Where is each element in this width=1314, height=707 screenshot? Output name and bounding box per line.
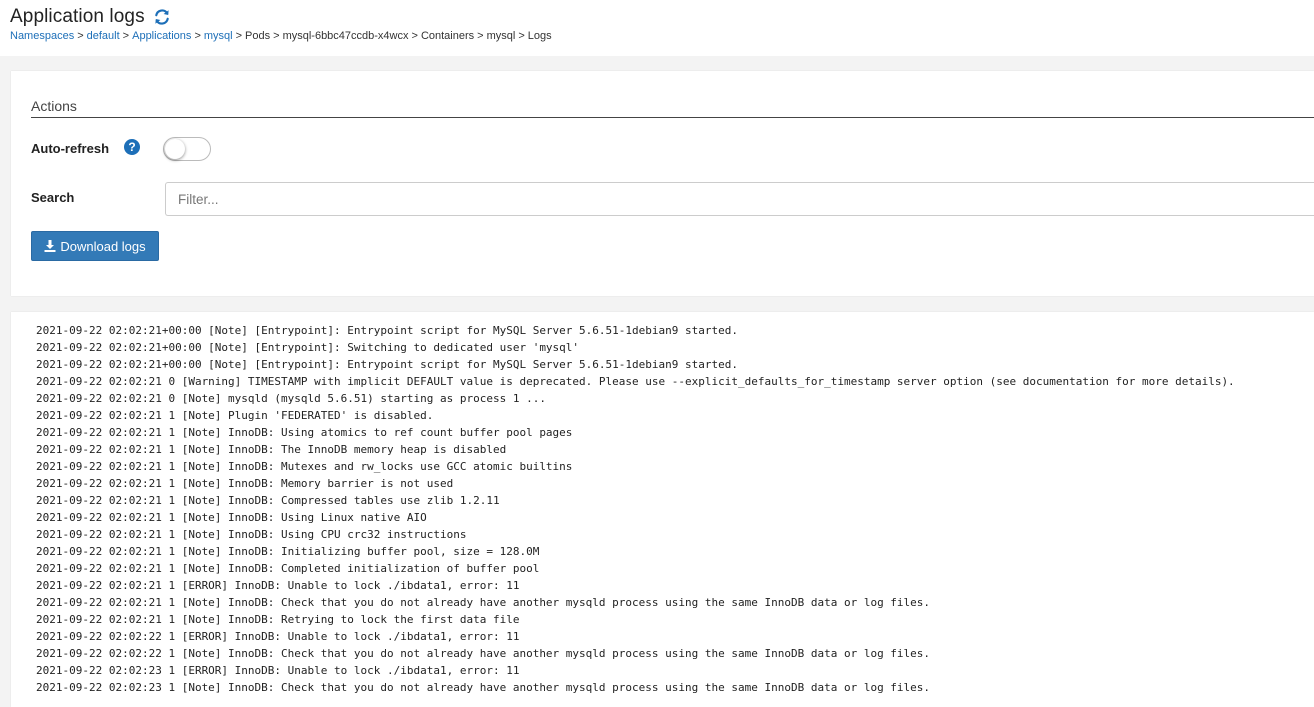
download-logs-button[interactable]: Download logs (31, 231, 159, 261)
search-input[interactable] (165, 182, 1314, 216)
breadcrumb-item: Containers (420, 30, 475, 42)
log-line: 2021-09-22 02:02:21 0 [Warning] TIMESTAM… (36, 375, 1235, 388)
log-line: 2021-09-22 02:02:21+00:00 [Note] [Entryp… (36, 341, 580, 354)
log-line: 2021-09-22 02:02:21 1 [Note] InnoDB: Ini… (36, 545, 540, 558)
log-line: 2021-09-22 02:02:22 1 [Note] InnoDB: Che… (36, 647, 931, 660)
log-line: 2021-09-22 02:02:21 1 [Note] Plugin 'FED… (36, 409, 434, 422)
breadcrumb-item: Pods (245, 30, 271, 42)
log-line: 2021-09-22 02:02:21 1 [Note] InnoDB: Mut… (36, 460, 573, 473)
breadcrumb-separator: > (235, 30, 243, 42)
section-divider (31, 117, 1314, 118)
log-line: 2021-09-22 02:02:21 1 [ERROR] InnoDB: Un… (36, 579, 520, 592)
log-line: 2021-09-22 02:02:21 1 [Note] InnoDB: Mem… (36, 477, 454, 490)
log-line: 2021-09-22 02:02:21 1 [Note] InnoDB: Usi… (36, 511, 427, 524)
breadcrumb-item: mysql-6bbc47ccdb-x4wcx (282, 30, 409, 42)
breadcrumb-separator: > (194, 30, 201, 42)
log-line: 2021-09-22 02:02:21 1 [Note] InnoDB: Com… (36, 494, 500, 507)
breadcrumb-separator: > (77, 30, 84, 42)
log-line: 2021-09-22 02:02:21 1 [Note] InnoDB: The… (36, 443, 507, 456)
breadcrumb-item: mysql (486, 30, 516, 42)
page-title: Application logs (10, 6, 145, 27)
page-header: Application logs Namespaces > default > Appl… (0, 0, 1314, 56)
breadcrumb-item: Logs (527, 30, 552, 42)
breadcrumb-separator: > (477, 30, 484, 42)
log-line: 2021-09-22 02:02:22 1 [ERROR] InnoDB: Un… (36, 630, 520, 643)
log-line: 2021-09-22 02:02:23 1 [Note] InnoDB: Che… (36, 681, 931, 694)
log-line: 2021-09-22 02:02:21+00:00 [Note] [Entryp… (36, 324, 738, 337)
breadcrumb-item[interactable]: Applications (132, 30, 191, 42)
log-line: 2021-09-22 02:02:21 1 [Note] InnoDB: Usi… (36, 528, 467, 541)
log-line: 2021-09-22 02:02:21 1 [Note] InnoDB: Usi… (36, 426, 573, 439)
download-logs-label: Download logs (60, 238, 146, 254)
log-line: 2021-09-22 02:02:23 1 [ERROR] InnoDB: Un… (36, 664, 520, 677)
breadcrumb-separator: > (411, 30, 418, 42)
logs-panel: 2021-09-22 02:02:21+00:00 [Note] [Entryp… (11, 312, 1314, 707)
breadcrumb-separator: > (273, 30, 280, 42)
breadcrumb-item[interactable]: default (87, 30, 120, 42)
breadcrumb-item[interactable]: mysql (204, 30, 233, 42)
refresh-icon[interactable] (153, 8, 171, 26)
toggle-knob (165, 139, 185, 159)
log-output: 2021-09-22 02:02:21+00:00 [Note] [Entryp… (36, 322, 1235, 696)
breadcrumb-separator: > (518, 30, 525, 42)
log-line: 2021-09-22 02:02:21 1 [Note] InnoDB: Ret… (36, 613, 520, 626)
actions-panel: Actions Auto-refresh ? Search Download l… (11, 71, 1314, 296)
auto-refresh-toggle[interactable] (163, 137, 211, 161)
breadcrumb: Namespaces > default > Applications > mysql > Po… (10, 30, 552, 42)
breadcrumb-item[interactable]: Namespaces (10, 30, 74, 42)
log-line: 2021-09-22 02:02:21 1 [Note] InnoDB: Che… (36, 596, 931, 609)
download-icon (44, 240, 56, 252)
title-row: Application logs (10, 6, 171, 28)
auto-refresh-label: Auto-refresh (31, 141, 110, 156)
log-line: 2021-09-22 02:02:21 1 [Note] InnoDB: Com… (36, 562, 540, 575)
actions-section-title: Actions (31, 98, 77, 114)
search-label: Search (31, 190, 75, 205)
help-icon[interactable]: ? (124, 139, 140, 155)
log-line: 2021-09-22 02:02:21+00:00 [Note] [Entryp… (36, 358, 738, 371)
log-line: 2021-09-22 02:02:21 0 [Note] mysqld (mys… (36, 392, 546, 405)
breadcrumb-separator: > (122, 30, 130, 42)
